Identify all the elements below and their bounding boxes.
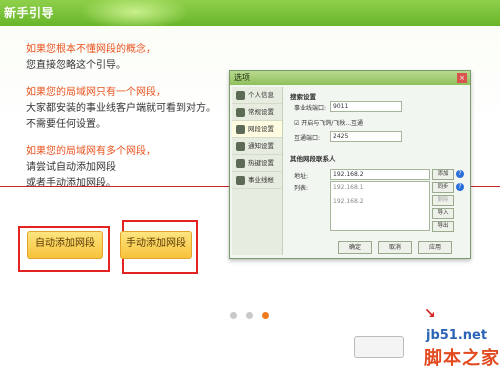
para3-line2: 请尝试自动添加网段 <box>26 162 116 173</box>
sidebar-item-account[interactable]: 事业线帐 <box>232 172 282 189</box>
port-label: 事业线端口: <box>294 105 327 112</box>
segment-list[interactable]: 192.168.1 192.168.2 <box>330 181 430 231</box>
apply-button[interactable]: 应用 <box>418 241 452 254</box>
red-arrow-annotation: ↘ <box>424 306 436 322</box>
sidebar-item-network[interactable]: 网段设置 <box>232 121 282 138</box>
sidebar-item-general[interactable]: 常规设置 <box>232 104 282 121</box>
export-button[interactable]: 导出 <box>432 221 454 232</box>
guide-text: 如果您根本不懂网段的概念， 您直接忽略这个引导。 如果您的局域网只有一个网段， … <box>26 42 226 192</box>
delete-button[interactable]: 删除 <box>432 195 454 206</box>
options-dialog-screenshot: 选项 × 个人信息 常规设置 网段设置 通知设置 热键设置 事业线帐 搜索设置 … <box>229 70 471 259</box>
window-title: 新手引导 <box>4 6 55 20</box>
mutual-checkbox[interactable]: ☑ 开启与飞鸽/飞秋...互通 <box>294 118 363 127</box>
next-button[interactable] <box>354 336 404 358</box>
address-label: 地址: <box>294 173 309 180</box>
auto-add-segment-button[interactable]: 自动添加网段 <box>27 231 103 259</box>
close-icon[interactable]: × <box>457 73 467 83</box>
help-icon[interactable]: ? <box>456 170 464 178</box>
para1-line2: 您直接忽略这个引导。 <box>26 60 126 71</box>
dialog-title: 选项 <box>230 71 470 85</box>
sidebar-item-profile[interactable]: 个人信息 <box>232 87 282 104</box>
para1-line1: 如果您根本不懂网段的概念， <box>26 44 156 55</box>
account-icon <box>236 175 245 185</box>
para2-line1: 如果您的局域网只有一个网段， <box>26 87 166 98</box>
manual-add-segment-button[interactable]: 手动添加网段 <box>120 231 192 259</box>
checkbox-label: 开启与飞鸽/飞秋...互通 <box>301 120 364 127</box>
import-button[interactable]: 导入 <box>432 208 454 219</box>
para3-line1: 如果您的局域网有多个网段， <box>26 146 156 157</box>
mutual-port-input[interactable]: 2425 <box>330 131 402 142</box>
address-input[interactable]: 192.168.2 <box>330 169 430 180</box>
dialog-sidebar: 个人信息 常规设置 网段设置 通知设置 热键设置 事业线帐 <box>232 87 283 255</box>
sidebar-item-hotkey[interactable]: 热键设置 <box>232 155 282 172</box>
speaker-icon <box>236 141 245 151</box>
watermark-site: jb51.net <box>426 328 488 343</box>
cancel-button[interactable]: 取消 <box>378 241 412 254</box>
para2-line2: 大家都安装的事业线客户端就可看到对方。 <box>26 103 216 114</box>
dialog-pane: 搜索设置 事业线端口: 9011 ☑ 开启与飞鸽/飞秋...互通 互通端口: 2… <box>286 89 466 255</box>
page-dot-1[interactable] <box>230 312 237 319</box>
help-icon[interactable]: ? <box>456 183 464 191</box>
watermark-name: 脚本之家 <box>424 348 500 369</box>
page-dot-3[interactable] <box>262 312 269 319</box>
sync-button[interactable]: 同步 <box>432 182 454 193</box>
para2-line3: 不需要任何设置。 <box>26 119 106 130</box>
list-item[interactable]: 192.168.2 <box>333 198 364 205</box>
other-segments-header: 其他网段联系人 <box>290 155 336 163</box>
add-button[interactable]: 添加 <box>432 169 454 180</box>
search-settings-header: 搜索设置 <box>290 93 316 101</box>
monitor-icon <box>236 107 245 117</box>
page-dot-2[interactable] <box>246 312 253 319</box>
keyboard-icon <box>236 158 245 168</box>
list-label: 列表: <box>294 185 309 192</box>
ok-button[interactable]: 确定 <box>338 241 372 254</box>
list-item[interactable]: 192.168.1 <box>333 184 364 191</box>
person-icon <box>236 90 245 100</box>
sidebar-item-notify[interactable]: 通知设置 <box>232 138 282 155</box>
mutual-port-label: 互通端口: <box>294 135 321 142</box>
globe-icon <box>236 124 245 134</box>
para3-line3: 或者手动添加网段。 <box>26 178 116 189</box>
title-bar[interactable]: 新手引导 <box>0 0 500 30</box>
port-input[interactable]: 9011 <box>330 101 402 112</box>
